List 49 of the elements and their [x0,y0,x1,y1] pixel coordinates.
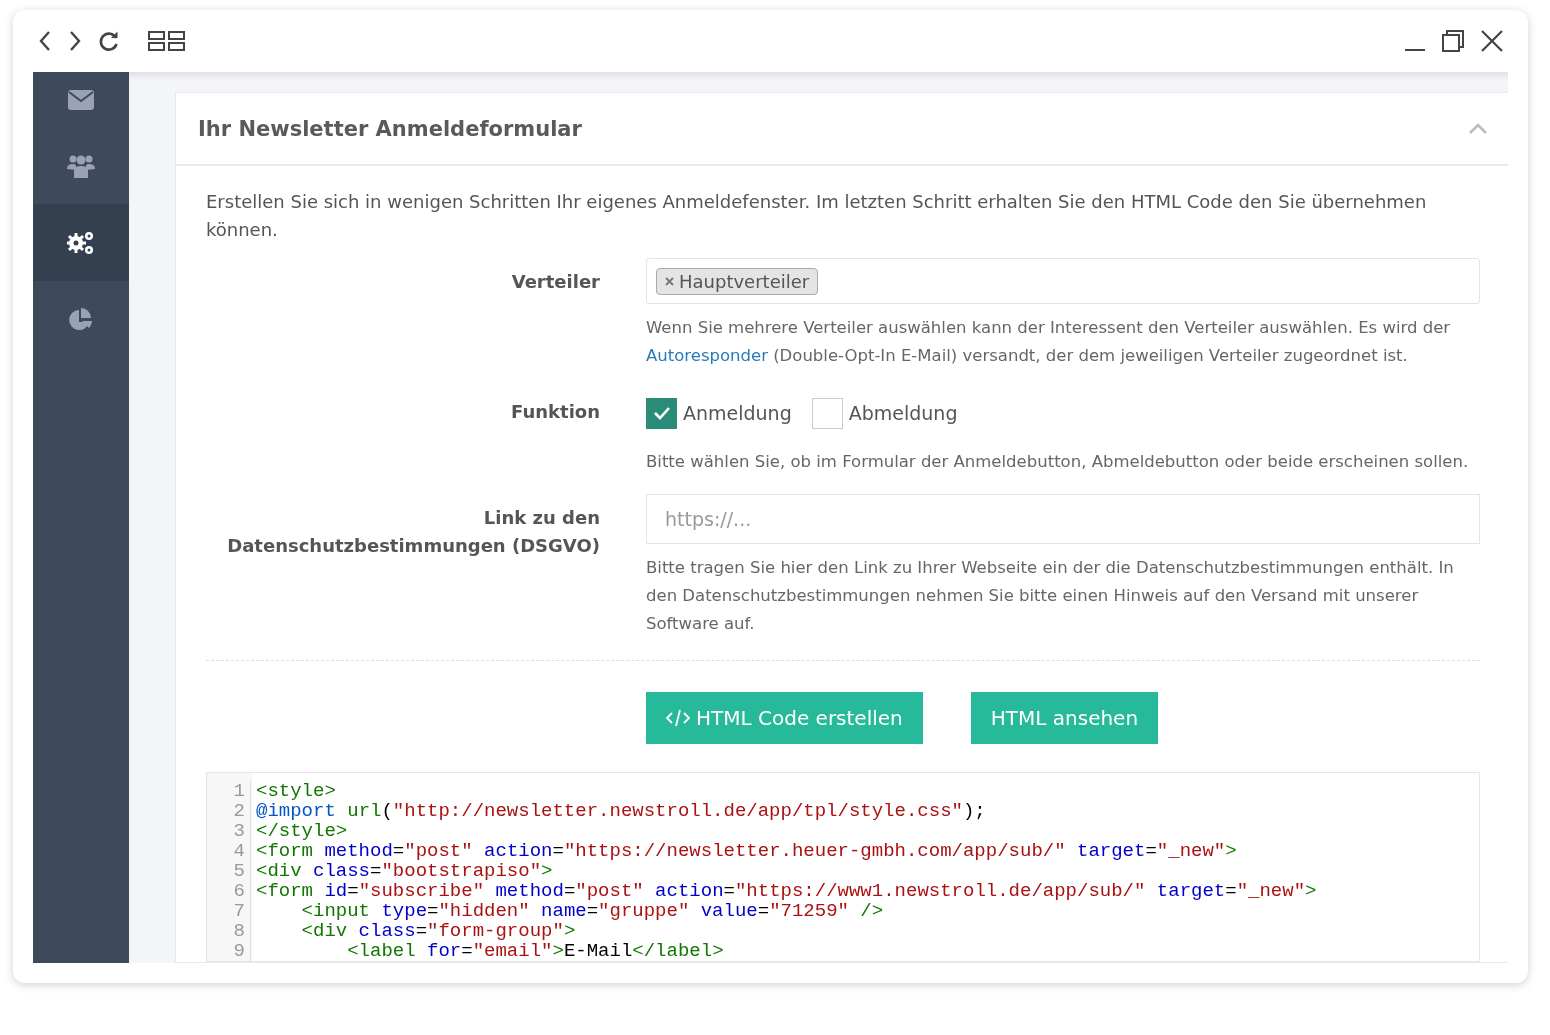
back-icon[interactable] [38,30,52,52]
intro-text: Erstellen Sie sich in wenigen Schritten Ihr eigenes Anmeldefenster. Im letzten Schritt erhalten Sie den HTML Code den Sie übernehmen können. [206,190,1428,242]
help-text: Wenn Sie mehrere Verteiler auswählen kann der Interessent den Verteiler auswählen. Es wird der Autoresponder (Double-Opt-In E-Mail) versandt, der dem jeweiligen Verteiler zugeordnet ist. [646,317,1452,367]
line-number: 8 [207,921,251,941]
help-text: Bitte tragen Sie hier den Link zu Ihrer Webseite ein der die Datenschutzbestimmungen enthält. In den Datenschutzbestimmungen nehmen Sie bitte einen Hinweis auf den Versand mit unserer Software auf. [646,557,1455,635]
tabs-grid-icon[interactable] [148,30,186,52]
code-line: </style> [256,821,348,841]
panel-title: Ihr Newsletter Anmeldeformular [198,116,582,141]
code-line: <label for="email">E-Mail</label> [346,941,724,961]
reload-icon[interactable] [98,30,120,52]
users-icon [67,153,95,178]
line-number: 2 [207,801,251,821]
line-number: 1 [207,781,251,801]
code-line: <input type="hidden" name="gruppe" value="71259" /> [300,901,884,921]
line-number: 5 [207,861,251,881]
remove-icon[interactable] [665,276,674,286]
settings-nav-item[interactable] [33,204,129,281]
line-number: 4 [207,841,251,861]
envelope-icon [68,90,94,110]
forward-icon[interactable] [68,30,82,52]
field-label: Funktion [511,401,600,422]
autoresponder-link[interactable]: Autoresponder [646,346,768,365]
code-icon [666,709,690,727]
field-label: Verteiler [511,271,600,292]
code-line: <div class="bootstrapiso"> [256,861,553,881]
code-line: <div class="form-group"> [300,921,576,941]
line-number: 7 [207,901,251,921]
line-number: 9 [207,941,251,961]
checkbox-label[interactable]: Abmeldung [848,402,958,424]
code-line: <style> [256,781,336,801]
restore-icon[interactable] [1442,30,1464,52]
distribution-list-field[interactable]: Hauptverteiler [646,258,1480,304]
code-editor[interactable] [206,772,1480,962]
selected-tag[interactable]: Hauptverteiler [656,267,819,295]
field-label: Link zu den Datenschutzbestimmungen (DSGVO) [227,507,600,556]
checkbox[interactable] [811,397,843,429]
checkbox[interactable] [646,397,677,429]
line-number: 6 [207,881,251,901]
checkbox-label[interactable]: Anmeldung [683,402,792,424]
help-text: Bitte wählen Sie, ob im Formular der Anmeldebutton, Abmeldebutton oder beide erscheinen sollen. [646,451,1470,473]
gears-icon [67,229,95,256]
code-line: <form method="post" action="https://newsletter.heuer-gmbh.com/app/sub/" target="_new"> [256,841,1237,861]
line-number: 3 [207,821,251,841]
close-icon[interactable] [1480,29,1504,53]
checkmark-icon [652,406,671,420]
pie-chart-icon [68,307,94,332]
url-input-field[interactable]: https://... [646,494,1480,544]
code-line: <form id="subscribe" method="post" action="https://www1.newstroll.de/app/sub/" target="_new"> [256,881,1317,901]
code-line: @import url("http://newsletter.newstroll.de/app/tpl/style.css"); [256,801,986,821]
